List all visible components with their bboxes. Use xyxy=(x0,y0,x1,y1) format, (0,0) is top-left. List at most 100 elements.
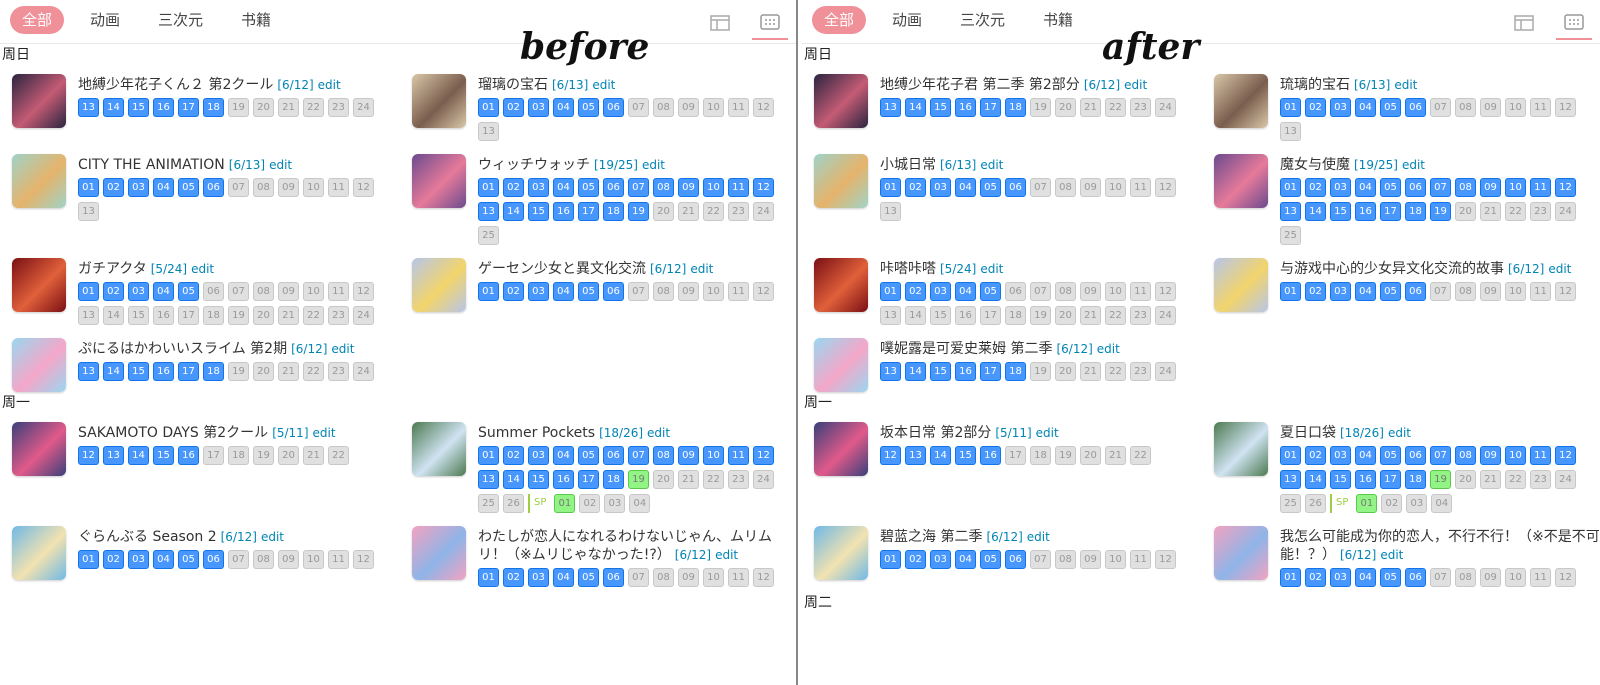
episode-button[interactable]: 08 xyxy=(1455,568,1476,587)
episode-button[interactable]: 14 xyxy=(1305,202,1326,221)
episode-button[interactable]: 19 xyxy=(228,306,249,325)
episode-button[interactable]: 18 xyxy=(1030,446,1051,465)
episode-button[interactable]: 15 xyxy=(128,98,149,117)
episode-button[interactable]: 19 xyxy=(1030,362,1051,381)
episode-button[interactable]: 16 xyxy=(980,446,1001,465)
episode-button[interactable]: 21 xyxy=(303,446,324,465)
episode-button[interactable]: 15 xyxy=(930,362,951,381)
episode-button[interactable]: 07 xyxy=(1030,282,1051,301)
episode-button[interactable]: 21 xyxy=(278,98,299,117)
episode-button[interactable]: 10 xyxy=(703,98,724,117)
episode-button[interactable]: 03 xyxy=(1330,282,1351,301)
episode-button[interactable]: 22 xyxy=(1505,202,1526,221)
episode-button[interactable]: 05 xyxy=(1380,178,1401,197)
episode-button[interactable]: 15 xyxy=(1330,470,1351,489)
edit-link[interactable]: edit xyxy=(690,262,713,276)
episode-button[interactable]: 06 xyxy=(603,178,624,197)
episode-button[interactable]: 18 xyxy=(1405,202,1426,221)
edit-link[interactable]: edit xyxy=(331,342,354,356)
episode-button[interactable]: 22 xyxy=(303,98,324,117)
cover-image[interactable] xyxy=(12,526,66,580)
episode-button[interactable]: 07 xyxy=(628,446,649,465)
episode-button[interactable]: 20 xyxy=(1055,362,1076,381)
episode-button[interactable]: 08 xyxy=(653,446,674,465)
episode-button[interactable]: 18 xyxy=(1405,470,1426,489)
subject-title[interactable]: CITY THE ANIMATION xyxy=(78,157,225,173)
episode-button[interactable]: 21 xyxy=(278,306,299,325)
episode-button[interactable]: 06 xyxy=(1005,550,1026,569)
episode-button[interactable]: 25 xyxy=(478,226,499,245)
episode-button[interactable]: 10 xyxy=(703,178,724,197)
episode-button[interactable]: 19 xyxy=(628,202,649,221)
episode-button[interactable]: 09 xyxy=(678,178,699,197)
episode-button[interactable]: 01 xyxy=(478,568,499,587)
episode-button[interactable]: 05 xyxy=(1380,446,1401,465)
subject-title[interactable]: Summer Pockets xyxy=(478,425,595,441)
episode-button[interactable]: 24 xyxy=(753,202,774,221)
episode-button[interactable]: 12 xyxy=(353,550,374,569)
subject-title[interactable]: 咔嗒咔嗒 xyxy=(880,261,936,277)
episode-button[interactable]: 15 xyxy=(128,306,149,325)
episode-button[interactable]: 22 xyxy=(703,470,724,489)
edit-link[interactable]: edit xyxy=(592,78,615,92)
episode-button[interactable]: 03 xyxy=(1330,98,1351,117)
episode-button[interactable]: 16 xyxy=(153,362,174,381)
subject-title[interactable]: 地缚少年花子君 第二季 第2部分 xyxy=(880,77,1080,93)
episode-button[interactable]: 06 xyxy=(203,178,224,197)
episode-button[interactable]: 11 xyxy=(728,446,749,465)
episode-button[interactable]: 02 xyxy=(1305,178,1326,197)
episode-button[interactable]: 11 xyxy=(1530,568,1551,587)
episode-button[interactable]: 08 xyxy=(653,98,674,117)
episode-button[interactable]: 01 xyxy=(880,550,901,569)
episode-button[interactable]: 03 xyxy=(528,178,549,197)
subject-title[interactable]: 夏日口袋 xyxy=(1280,425,1336,441)
episode-button[interactable]: 12 xyxy=(1555,98,1576,117)
subject-title[interactable]: 魔女与使魔 xyxy=(1280,157,1350,173)
episode-button[interactable]: 22 xyxy=(1105,362,1126,381)
cover-image[interactable] xyxy=(412,258,466,312)
episode-button[interactable]: 13 xyxy=(880,362,901,381)
episode-button[interactable]: 10 xyxy=(1105,550,1126,569)
episode-button[interactable]: 20 xyxy=(253,98,274,117)
cover-image[interactable] xyxy=(814,526,868,580)
episode-button[interactable]: 22 xyxy=(328,446,349,465)
subject-title[interactable]: ウィッチウォッチ xyxy=(478,157,590,173)
episode-button[interactable]: 04 xyxy=(1355,178,1376,197)
episode-button[interactable]: 10 xyxy=(1505,98,1526,117)
grid-view-icon[interactable] xyxy=(752,6,788,40)
episode-button[interactable]: 03 xyxy=(128,550,149,569)
episode-button[interactable]: 16 xyxy=(1355,202,1376,221)
episode-button[interactable]: 25 xyxy=(1280,494,1301,513)
episode-button[interactable]: 01 xyxy=(1280,282,1301,301)
episode-button[interactable]: 17 xyxy=(578,470,599,489)
edit-link[interactable]: edit xyxy=(1388,426,1411,440)
episode-button[interactable]: 14 xyxy=(103,306,124,325)
episode-button[interactable]: 04 xyxy=(553,282,574,301)
episode-button[interactable]: 13 xyxy=(78,202,99,221)
episode-button[interactable]: 11 xyxy=(1130,550,1151,569)
episode-button[interactable]: 08 xyxy=(653,282,674,301)
episode-button[interactable]: 05 xyxy=(578,178,599,197)
subject-title[interactable]: 地縛少年花子くん２ 第2クール xyxy=(78,77,273,93)
episode-button[interactable]: 14 xyxy=(905,98,926,117)
episode-button[interactable]: 01 xyxy=(78,550,99,569)
episode-button[interactable]: 14 xyxy=(905,362,926,381)
episode-button[interactable]: 01 xyxy=(1356,494,1378,513)
episode-button[interactable]: 05 xyxy=(980,550,1001,569)
episode-button[interactable]: 22 xyxy=(703,202,724,221)
episode-button[interactable]: 07 xyxy=(1430,568,1451,587)
cover-image[interactable] xyxy=(814,258,868,312)
subject-title[interactable]: 坂本日常 第2部分 xyxy=(880,425,991,441)
episode-button[interactable]: 03 xyxy=(930,178,951,197)
cover-image[interactable] xyxy=(1214,258,1268,312)
episode-button[interactable]: 09 xyxy=(1480,282,1501,301)
episode-button[interactable]: 10 xyxy=(1105,282,1126,301)
episode-button[interactable]: 08 xyxy=(253,550,274,569)
episode-button[interactable]: 03 xyxy=(1330,568,1351,587)
edit-link[interactable]: edit xyxy=(1394,78,1417,92)
episode-button[interactable]: 15 xyxy=(128,362,149,381)
episode-button[interactable]: 01 xyxy=(78,282,99,301)
episode-button[interactable]: 12 xyxy=(353,178,374,197)
episode-button[interactable]: 24 xyxy=(353,306,374,325)
episode-button[interactable]: 19 xyxy=(228,362,249,381)
